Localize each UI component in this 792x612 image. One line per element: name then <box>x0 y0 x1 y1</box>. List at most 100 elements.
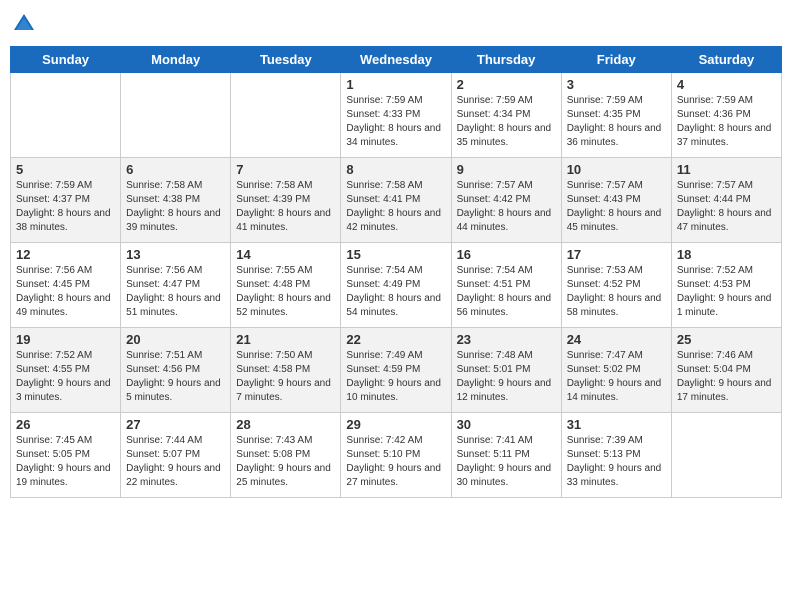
calendar-cell: 13Sunrise: 7:56 AM Sunset: 4:47 PM Dayli… <box>121 243 231 328</box>
calendar-cell: 14 Sunrise: 7:55 AM Sunset: 4:48 PM Dayli… <box>231 243 341 328</box>
calendar-cell: 26 Sunrise: 7:45 AM Sunset: 5:05 PM Dayli… <box>11 413 121 498</box>
day-number: 7 <box>236 162 335 177</box>
cell-info: Sunrise: 7:52 AM Sunset: 4:55 PM Dayligh… <box>16 349 115 405</box>
day-number: 27 <box>126 417 225 432</box>
week-row-1: 1 Sunrise: 7:59 AM Sunset: 4:33 PM Daylig… <box>11 73 782 158</box>
calendar-cell <box>11 73 121 158</box>
calendar-cell: 1 Sunrise: 7:59 AM Sunset: 4:33 PM Daylig… <box>341 73 451 158</box>
day-header-wednesday: Wednesday <box>341 47 451 73</box>
day-number: 9 <box>457 162 556 177</box>
cell-info: Sunrise: 7:41 AM Sunset: 5:11 PM Dayligh… <box>457 434 556 490</box>
cell-info: Sunrise: 7:46 AM Sunset: 5:04 PM Dayligh… <box>677 349 776 405</box>
cell-info: Sunrise: 7:59 AM Sunset: 4:34 PM Dayligh… <box>457 94 556 150</box>
day-header-monday: Monday <box>121 47 231 73</box>
calendar-cell: 17Sunrise: 7:53 AM Sunset: 4:52 PM Dayli… <box>561 243 671 328</box>
calendar-cell: 18 Sunrise: 7:52 AM Sunset: 4:53 PM Dayli… <box>671 243 781 328</box>
cell-info: Sunrise: 7:44 AM Sunset: 5:07 PM Dayligh… <box>126 434 225 490</box>
day-header-thursday: Thursday <box>451 47 561 73</box>
week-row-5: 26 Sunrise: 7:45 AM Sunset: 5:05 PM Dayli… <box>11 413 782 498</box>
day-number: 25 <box>677 332 776 347</box>
cell-info: Sunrise: 7:58 AM Sunset: 4:41 PM Dayligh… <box>346 179 445 235</box>
day-number: 16 <box>457 247 556 262</box>
calendar-cell: 31Sunrise: 7:39 AM Sunset: 5:13 PM Dayli… <box>561 413 671 498</box>
cell-info: Sunrise: 7:54 AM Sunset: 4:51 PM Dayligh… <box>457 264 556 320</box>
calendar-cell: 6 Sunrise: 7:58 AM Sunset: 4:38 PM Daylig… <box>121 158 231 243</box>
cell-info: Sunrise: 7:58 AM Sunset: 4:39 PM Dayligh… <box>236 179 335 235</box>
calendar-cell: 16 Sunrise: 7:54 AM Sunset: 4:51 PM Dayli… <box>451 243 561 328</box>
calendar-cell <box>121 73 231 158</box>
cell-info: Sunrise: 7:57 AM Sunset: 4:44 PM Dayligh… <box>677 179 776 235</box>
cell-info: Sunrise: 7:58 AM Sunset: 4:38 PM Dayligh… <box>126 179 225 235</box>
cell-info: Sunrise: 7:59 AM Sunset: 4:37 PM Dayligh… <box>16 179 115 235</box>
day-number: 22 <box>346 332 445 347</box>
day-number: 20 <box>126 332 225 347</box>
calendar-cell: 9Sunrise: 7:57 AM Sunset: 4:42 PM Daylig… <box>451 158 561 243</box>
cell-info: Sunrise: 7:47 AM Sunset: 5:02 PM Dayligh… <box>567 349 666 405</box>
header-row: SundayMondayTuesdayWednesdayThursdayFrid… <box>11 47 782 73</box>
cell-info: Sunrise: 7:52 AM Sunset: 4:53 PM Dayligh… <box>677 264 776 320</box>
day-header-saturday: Saturday <box>671 47 781 73</box>
calendar-cell: 30 Sunrise: 7:41 AM Sunset: 5:11 PM Dayli… <box>451 413 561 498</box>
day-header-friday: Friday <box>561 47 671 73</box>
day-number: 23 <box>457 332 556 347</box>
cell-info: Sunrise: 7:51 AM Sunset: 4:56 PM Dayligh… <box>126 349 225 405</box>
cell-info: Sunrise: 7:59 AM Sunset: 4:33 PM Dayligh… <box>346 94 445 150</box>
logo-icon <box>10 10 38 38</box>
day-number: 26 <box>16 417 115 432</box>
day-number: 1 <box>346 77 445 92</box>
cell-info: Sunrise: 7:59 AM Sunset: 4:36 PM Dayligh… <box>677 94 776 150</box>
day-number: 8 <box>346 162 445 177</box>
calendar-cell: 29 Sunrise: 7:42 AM Sunset: 5:10 PM Dayli… <box>341 413 451 498</box>
cell-info: Sunrise: 7:48 AM Sunset: 5:01 PM Dayligh… <box>457 349 556 405</box>
calendar-cell: 15 Sunrise: 7:54 AM Sunset: 4:49 PM Dayli… <box>341 243 451 328</box>
calendar-cell: 8 Sunrise: 7:58 AM Sunset: 4:41 PM Daylig… <box>341 158 451 243</box>
day-number: 17 <box>567 247 666 262</box>
calendar-cell: 11 Sunrise: 7:57 AM Sunset: 4:44 PM Dayli… <box>671 158 781 243</box>
day-number: 18 <box>677 247 776 262</box>
cell-info: Sunrise: 7:49 AM Sunset: 4:59 PM Dayligh… <box>346 349 445 405</box>
calendar-cell: 12Sunrise: 7:56 AM Sunset: 4:45 PM Dayli… <box>11 243 121 328</box>
calendar-cell: 20 Sunrise: 7:51 AM Sunset: 4:56 PM Dayli… <box>121 328 231 413</box>
calendar-cell <box>231 73 341 158</box>
day-header-sunday: Sunday <box>11 47 121 73</box>
calendar-cell: 19Sunrise: 7:52 AM Sunset: 4:55 PM Dayli… <box>11 328 121 413</box>
week-row-2: 5 Sunrise: 7:59 AM Sunset: 4:37 PM Daylig… <box>11 158 782 243</box>
cell-info: Sunrise: 7:42 AM Sunset: 5:10 PM Dayligh… <box>346 434 445 490</box>
cell-info: Sunrise: 7:54 AM Sunset: 4:49 PM Dayligh… <box>346 264 445 320</box>
cell-info: Sunrise: 7:56 AM Sunset: 4:45 PM Dayligh… <box>16 264 115 320</box>
cell-info: Sunrise: 7:50 AM Sunset: 4:58 PM Dayligh… <box>236 349 335 405</box>
day-number: 28 <box>236 417 335 432</box>
calendar-cell: 4 Sunrise: 7:59 AM Sunset: 4:36 PM Daylig… <box>671 73 781 158</box>
calendar-cell: 27 Sunrise: 7:44 AM Sunset: 5:07 PM Dayli… <box>121 413 231 498</box>
calendar-cell: 10Sunrise: 7:57 AM Sunset: 4:43 PM Dayli… <box>561 158 671 243</box>
day-number: 31 <box>567 417 666 432</box>
day-number: 30 <box>457 417 556 432</box>
day-number: 15 <box>346 247 445 262</box>
day-number: 29 <box>346 417 445 432</box>
day-number: 3 <box>567 77 666 92</box>
calendar-cell: 23 Sunrise: 7:48 AM Sunset: 5:01 PM Dayli… <box>451 328 561 413</box>
day-number: 4 <box>677 77 776 92</box>
calendar-cell <box>671 413 781 498</box>
cell-info: Sunrise: 7:43 AM Sunset: 5:08 PM Dayligh… <box>236 434 335 490</box>
logo <box>10 10 42 38</box>
day-number: 24 <box>567 332 666 347</box>
day-number: 6 <box>126 162 225 177</box>
calendar-cell: 25 Sunrise: 7:46 AM Sunset: 5:04 PM Dayli… <box>671 328 781 413</box>
cell-info: Sunrise: 7:45 AM Sunset: 5:05 PM Dayligh… <box>16 434 115 490</box>
day-number: 14 <box>236 247 335 262</box>
cell-info: Sunrise: 7:55 AM Sunset: 4:48 PM Dayligh… <box>236 264 335 320</box>
calendar-cell: 24 Sunrise: 7:47 AM Sunset: 5:02 PM Dayli… <box>561 328 671 413</box>
day-header-tuesday: Tuesday <box>231 47 341 73</box>
day-number: 2 <box>457 77 556 92</box>
week-row-4: 19Sunrise: 7:52 AM Sunset: 4:55 PM Dayli… <box>11 328 782 413</box>
calendar-cell: 22 Sunrise: 7:49 AM Sunset: 4:59 PM Dayli… <box>341 328 451 413</box>
cell-info: Sunrise: 7:57 AM Sunset: 4:43 PM Dayligh… <box>567 179 666 235</box>
day-number: 13 <box>126 247 225 262</box>
calendar-cell: 7 Sunrise: 7:58 AM Sunset: 4:39 PM Daylig… <box>231 158 341 243</box>
calendar-cell: 5 Sunrise: 7:59 AM Sunset: 4:37 PM Daylig… <box>11 158 121 243</box>
day-number: 11 <box>677 162 776 177</box>
day-number: 5 <box>16 162 115 177</box>
calendar-cell: 2 Sunrise: 7:59 AM Sunset: 4:34 PM Daylig… <box>451 73 561 158</box>
page-header <box>10 10 782 38</box>
